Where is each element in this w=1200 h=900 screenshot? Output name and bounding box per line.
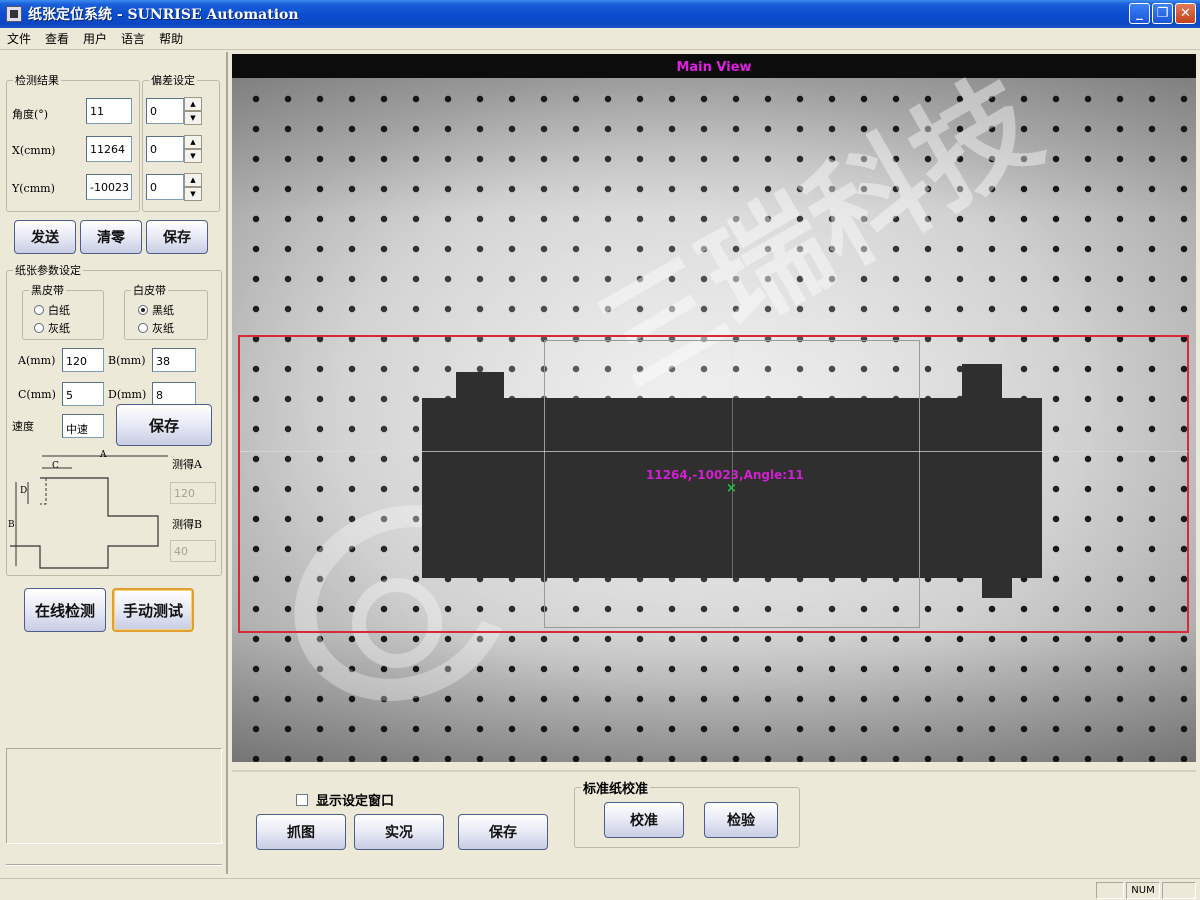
save-params-button[interactable]: 保存 bbox=[116, 404, 212, 446]
window-controls: _ ❐ ✕ bbox=[1129, 3, 1196, 24]
save-result-button[interactable]: 保存 bbox=[146, 220, 208, 254]
offset-setting-legend: 偏差设定 bbox=[151, 74, 195, 87]
gray-paper-radio-white-belt[interactable]: 灰纸 bbox=[138, 320, 174, 336]
capture-button[interactable]: 抓图 bbox=[256, 814, 346, 850]
black-belt-legend: 黑皮带 bbox=[31, 284, 64, 297]
restore-button[interactable]: ❐ bbox=[1152, 3, 1173, 24]
white-paper-label: 白纸 bbox=[48, 304, 70, 317]
menu-help[interactable]: 帮助 bbox=[152, 30, 190, 47]
offset-y-spinner[interactable]: ▲ ▼ bbox=[184, 173, 202, 201]
measured-a-label: 测得A bbox=[172, 458, 202, 471]
spin-up-icon[interactable]: ▲ bbox=[184, 97, 202, 111]
d-value-field[interactable]: 8 bbox=[152, 382, 196, 406]
y-label: Y(cmm) bbox=[12, 182, 55, 195]
measured-b-field: 40 bbox=[170, 540, 216, 562]
spin-up-icon[interactable]: ▲ bbox=[184, 173, 202, 187]
menu-language[interactable]: 语言 bbox=[114, 30, 152, 47]
gray-paper-label: 灰纸 bbox=[48, 322, 70, 335]
checkbox-icon[interactable] bbox=[296, 793, 308, 806]
center-mark-icon: × bbox=[726, 481, 737, 496]
radio-selected-icon bbox=[138, 305, 148, 315]
position-readout: 11264,-10023,Angle:11 bbox=[646, 468, 804, 482]
send-button[interactable]: 发送 bbox=[14, 220, 76, 254]
status-bar: NUM bbox=[0, 878, 1200, 900]
show-settings-label: 显示设定窗口 bbox=[316, 794, 395, 809]
status-num-cell: NUM bbox=[1126, 882, 1160, 899]
app-icon[interactable] bbox=[6, 6, 22, 22]
calibrate-button[interactable]: 校准 bbox=[604, 802, 684, 838]
a-value-field[interactable]: 120 bbox=[62, 348, 104, 372]
angle-value-field[interactable]: 11 bbox=[86, 98, 132, 124]
offset-angle-spinner[interactable]: ▲ ▼ bbox=[184, 97, 202, 125]
close-button[interactable]: ✕ bbox=[1175, 3, 1196, 24]
spin-down-icon[interactable]: ▼ bbox=[184, 187, 202, 201]
bottom-panel: 显示设定窗口 抓图 实况 保存 标准纸校准 校准 检验 bbox=[232, 770, 1196, 874]
a-label: A(mm) bbox=[18, 354, 56, 367]
measured-b-label: 测得B bbox=[172, 518, 203, 531]
camera-image[interactable]: 三瑞科技 11264,-10023,Angle:11 × bbox=[232, 54, 1196, 762]
spin-down-icon[interactable]: ▼ bbox=[184, 111, 202, 125]
manual-test-button[interactable]: 手动测试 bbox=[112, 588, 194, 632]
c-value-field[interactable]: 5 bbox=[62, 382, 104, 406]
gray-paper-radio-black-belt[interactable]: 灰纸 bbox=[34, 320, 70, 336]
spin-down-icon[interactable]: ▼ bbox=[184, 149, 202, 163]
calibration-legend: 标准纸校准 bbox=[583, 782, 649, 797]
speed-value-field[interactable]: 中速 bbox=[62, 414, 104, 438]
diagram-c-label: C bbox=[52, 461, 59, 471]
x-value-field[interactable]: 11264 bbox=[86, 136, 132, 162]
offset-x-spinner[interactable]: ▲ ▼ bbox=[184, 135, 202, 163]
spin-up-icon[interactable]: ▲ bbox=[184, 135, 202, 149]
speed-label: 速度 bbox=[12, 420, 34, 433]
diagram-a-label: A bbox=[100, 450, 107, 460]
main-view[interactable]: Main View 三瑞科技 11264,-10023,Angle:11 × bbox=[232, 54, 1196, 762]
c-label: C(mm) bbox=[18, 388, 56, 401]
b-label: B(mm) bbox=[108, 354, 146, 367]
black-paper-radio[interactable]: 黑纸 bbox=[138, 302, 174, 318]
minimize-button[interactable]: _ bbox=[1129, 3, 1150, 24]
offset-y-field[interactable]: 0 bbox=[146, 174, 184, 200]
left-divider bbox=[6, 864, 222, 866]
verify-button[interactable]: 检验 bbox=[704, 802, 778, 838]
radio-dot-icon bbox=[34, 323, 44, 333]
measured-a-field: 120 bbox=[170, 482, 216, 504]
paper-dimension-diagram bbox=[10, 455, 168, 569]
d-label: D(mm) bbox=[108, 388, 147, 401]
window-title: 纸张定位系统 - SUNRISE Automation bbox=[28, 7, 299, 23]
gray-paper-label: 灰纸 bbox=[152, 322, 174, 335]
status-scroll-cell bbox=[1162, 882, 1196, 899]
show-settings-checkbox[interactable]: 显示设定窗口 bbox=[296, 790, 394, 809]
angle-label: 角度(°) bbox=[12, 108, 49, 121]
crosshair-horizontal bbox=[240, 451, 1188, 452]
radio-dot-icon bbox=[34, 305, 44, 315]
b-value-field[interactable]: 38 bbox=[152, 348, 196, 372]
menu-view[interactable]: 查看 bbox=[38, 30, 76, 47]
menu-bar: 文件 查看 用户 语言 帮助 bbox=[0, 28, 1200, 50]
online-detect-button[interactable]: 在线检测 bbox=[24, 588, 106, 632]
radio-dot-icon bbox=[138, 323, 148, 333]
menu-user[interactable]: 用户 bbox=[76, 30, 114, 47]
white-paper-radio[interactable]: 白纸 bbox=[34, 302, 70, 318]
title-bar: 纸张定位系统 - SUNRISE Automation _ ❐ ✕ bbox=[0, 0, 1200, 28]
offset-angle-field[interactable]: 0 bbox=[146, 98, 184, 124]
menu-file[interactable]: 文件 bbox=[0, 30, 38, 47]
left-lower-frame bbox=[6, 748, 222, 844]
diagram-d-label: D bbox=[20, 486, 28, 496]
left-panel: 检测结果 角度(°) 11 X(cmm) 11264 Y(cmm) -10023… bbox=[0, 52, 228, 874]
offset-x-field[interactable]: 0 bbox=[146, 136, 184, 162]
clear-button[interactable]: 清零 bbox=[80, 220, 142, 254]
paper-params-legend: 纸张参数设定 bbox=[15, 264, 81, 277]
black-paper-label: 黑纸 bbox=[152, 304, 174, 317]
y-value-field[interactable]: -10023 bbox=[86, 174, 132, 200]
diagram-b-label: B bbox=[8, 520, 15, 530]
detection-result-legend: 检测结果 bbox=[15, 74, 59, 87]
x-label: X(cmm) bbox=[12, 144, 56, 157]
status-caps-cell bbox=[1096, 882, 1124, 899]
save-image-button[interactable]: 保存 bbox=[458, 814, 548, 850]
main-view-header: Main View bbox=[232, 54, 1196, 78]
white-belt-legend: 白皮带 bbox=[133, 284, 166, 297]
live-button[interactable]: 实况 bbox=[354, 814, 444, 850]
main-view-title: Main View bbox=[676, 60, 752, 75]
